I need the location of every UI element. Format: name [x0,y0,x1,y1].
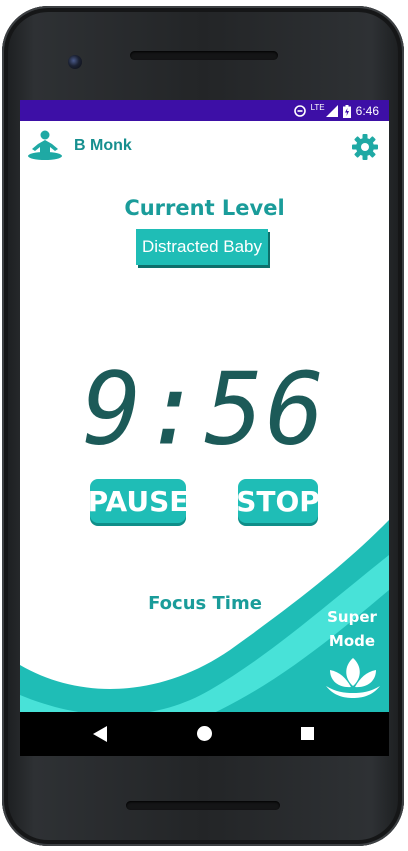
data-saver-icon [293,105,306,117]
status-bar: LTE 6:46 [20,100,389,121]
focus-time-label: Focus Time [148,593,262,614]
meditation-icon [28,130,62,160]
signal-icon [325,105,338,117]
network-type: LTE [310,102,325,112]
app-title: B Monk [74,137,132,154]
screen: LTE 6:46 B Monk Current Level Distracted… [20,100,389,756]
bottom-speaker [126,801,280,810]
front-camera [68,55,82,69]
pause-button[interactable]: PAUSE [88,479,188,523]
super-mode-line2: Mode [328,632,376,650]
lotus-icon[interactable] [324,654,382,700]
timer-display: 9:56 [82,351,327,469]
nav-bar [20,712,389,756]
stop-button[interactable]: STOP [236,479,320,523]
current-level-heading: Current Level [124,196,285,220]
back-icon[interactable] [93,726,107,742]
super-mode-line1: Super [327,608,377,626]
top-speaker [130,51,278,60]
app-bar: B Monk [20,121,389,173]
gear-icon[interactable] [351,133,379,161]
clock: 6:46 [355,104,379,118]
battery-icon [342,104,351,118]
recents-icon[interactable] [301,727,314,740]
home-icon[interactable] [197,726,212,741]
level-badge: Distracted Baby [136,229,268,265]
super-mode-button[interactable]: Super Mode [322,605,382,653]
